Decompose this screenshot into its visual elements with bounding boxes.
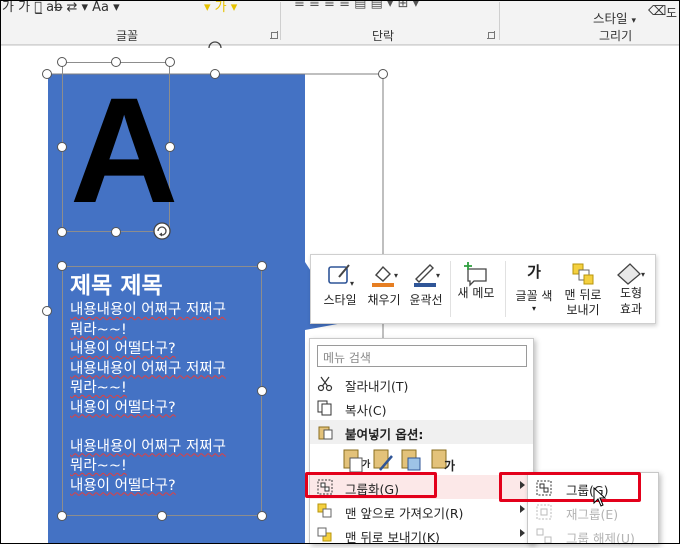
mouse-cursor-icon [593, 487, 607, 507]
resize-handle[interactable] [257, 261, 267, 271]
mini-toolbar: ▾ 스타일 ▾ 채우기 ▾ 윤곽선 새 메모 가 글꼴 색 ▾ 맨 뒤로 보내기… [310, 254, 656, 324]
send-to-back-icon [317, 527, 332, 542]
submenu-arrow-icon [520, 505, 525, 513]
resize-handle[interactable] [257, 386, 267, 396]
paint-bucket-icon: ▾ [372, 265, 398, 287]
scissors-icon [317, 376, 333, 392]
body-line: 뭐라~~! [70, 458, 127, 474]
slide-title[interactable]: 제목 제목 [70, 266, 163, 300]
style-button[interactable]: ▾ 스타일 [315, 255, 365, 325]
fill-label: 채우기 [367, 293, 401, 307]
new-memo-label: 새 메모 [457, 286, 495, 300]
menu-search-input[interactable]: 메뉴 검색 [317, 345, 527, 367]
send-to-back-label-2: 보내기 [566, 303, 600, 317]
submenu-item-label: 그룹 해제(U) [566, 531, 635, 546]
send-to-back-icon [572, 263, 594, 285]
resize-handle[interactable] [42, 306, 52, 316]
menu-item-label: 맨 뒤로 보내기(K) [345, 530, 440, 545]
body-line: 내용내용이 어쩌구 저쩌구 [70, 302, 226, 318]
slide-body[interactable]: 내용내용이 어쩌구 저쩌구 뭐라~~! 내용이 어떨다구? 내용내용이 어쩌구 … [70, 301, 270, 496]
clipboard-icon [318, 426, 333, 440]
submenu-arrow-icon [520, 529, 525, 537]
context-menu: 메뉴 검색 잘라내기(T) 복사(C) 붙여넣기 옵션: 가 가 그룹화(G) … [309, 338, 534, 547]
paste-options-row: 가 가 [310, 445, 533, 475]
resize-handle[interactable] [257, 511, 267, 521]
paste-text-only-glyph: 가 [444, 459, 456, 473]
body-line: 내용내용이 어쩌구 저쩌구 [70, 438, 226, 455]
outline-label: 윤곽선 [409, 293, 443, 307]
body-line: 내용이 어떨다구? [70, 477, 176, 494]
resize-handle[interactable] [378, 69, 388, 79]
body-line [70, 418, 270, 438]
style-label: 스타일 [323, 293, 357, 307]
body-line: 뭐라~~! [70, 321, 127, 338]
svg-text:▾: ▾ [350, 279, 354, 288]
rotate-icon[interactable] [152, 221, 172, 241]
copy-icon [317, 400, 332, 416]
body-line: 뭐라~~! [70, 380, 127, 396]
group-objects-icon [536, 480, 552, 496]
submenu-arrow-icon [520, 481, 525, 489]
resize-handle[interactable] [57, 261, 67, 271]
font-color-label: 글꼴 색 [515, 289, 553, 303]
resize-handle[interactable] [210, 69, 220, 79]
menu-item-label: 복사(C) [345, 403, 387, 418]
body-line: 내용이 어떨다구? [70, 341, 176, 357]
resize-handle[interactable] [111, 57, 121, 67]
resize-handle[interactable] [165, 142, 175, 152]
send-to-back-label-1: 맨 뒤로 [564, 288, 602, 302]
new-comment-icon [464, 262, 487, 287]
chevron-down-icon: ▾ [531, 304, 536, 313]
fill-button[interactable]: ▾ 채우기 [363, 255, 405, 325]
menu-item-copy[interactable]: 복사(C) [310, 396, 533, 420]
menu-section-paste-options: 붙여넣기 옵션: [310, 420, 533, 444]
group-submenu: 그룹(G) 재그룹(E) 그룹 해제(U) [527, 472, 659, 546]
new-memo-button[interactable]: 새 메모 [451, 255, 501, 325]
send-to-back-button[interactable]: 맨 뒤로 보내기 [559, 255, 607, 325]
regroup-icon [536, 504, 552, 520]
shape-effects-icon: ▾ [617, 263, 645, 285]
menu-item-label: 맨 앞으로 가져오기(R) [345, 506, 464, 521]
svg-text:▾: ▾ [394, 271, 398, 280]
paste-destination-theme-icon[interactable] [373, 449, 393, 471]
shape-effects-label-2: 효과 [619, 302, 643, 316]
resize-handle[interactable] [57, 227, 67, 237]
big-letter[interactable]: A [70, 75, 180, 225]
menu-item-send-to-back[interactable]: 맨 뒤로 보내기(K) [310, 523, 533, 547]
menu-item-cut[interactable]: 잘라내기(T) [310, 372, 533, 396]
menu-item-label: 그룹화(G) [345, 482, 399, 497]
toolbar-separator [505, 261, 506, 317]
menu-item-group[interactable]: 그룹화(G) [310, 475, 533, 499]
pen-outline-icon: ▾ [414, 264, 440, 287]
font-color-glyph: 가 [527, 263, 541, 281]
paste-keep-source-icon[interactable] [343, 449, 363, 473]
svg-text:▾: ▾ [436, 271, 440, 280]
menu-item-bring-to-front[interactable]: 맨 앞으로 가져오기(R) [310, 499, 533, 523]
resize-handle[interactable] [165, 57, 175, 67]
resize-handle[interactable] [111, 227, 121, 237]
submenu-item-ungroup[interactable]: 그룹 해제(U) [528, 524, 658, 548]
group-objects-icon [317, 479, 333, 495]
ungroup-icon [536, 528, 552, 544]
menu-item-label: 잘라내기(T) [345, 379, 409, 394]
font-color-button[interactable]: 가 글꼴 색 ▾ [509, 255, 559, 325]
resize-handle[interactable] [57, 511, 67, 521]
shape-effects-label-1: 도형 [619, 286, 643, 300]
paste-options-label: 붙여넣기 옵션: [345, 427, 424, 442]
body-line: 내용이 어떨다구? [70, 399, 176, 416]
svg-text:▾: ▾ [641, 270, 645, 279]
outline-button[interactable]: ▾ 윤곽선 [405, 255, 447, 325]
resize-handle[interactable] [42, 69, 52, 79]
resize-handle[interactable] [157, 511, 167, 521]
paste-picture-icon[interactable] [401, 449, 421, 471]
shape-style-icon: ▾ [328, 264, 354, 288]
bring-to-front-icon [317, 503, 332, 518]
shape-effects-button[interactable]: ▾ 도형 효과 [609, 255, 653, 325]
resize-handle[interactable] [57, 142, 67, 152]
rotate-icon[interactable] [206, 38, 224, 50]
body-line: 내용내용이 어쩌구 저쩌구 [70, 360, 226, 377]
paste-keep-source-glyph: 가 [362, 460, 371, 470]
resize-handle[interactable] [57, 57, 67, 67]
